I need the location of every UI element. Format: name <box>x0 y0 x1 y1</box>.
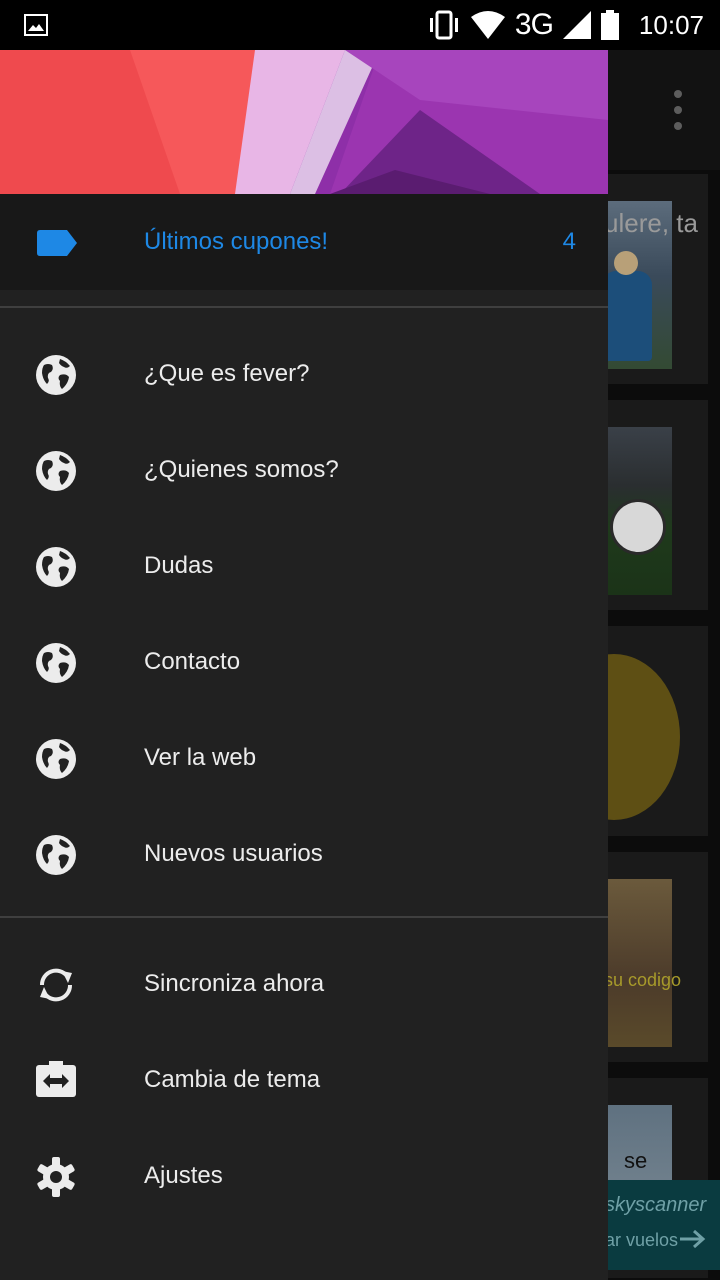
drawer-item-label: Últimos cupones! <box>144 228 329 255</box>
globe-icon <box>34 449 78 493</box>
drawer-item-label: Dudas <box>144 552 214 579</box>
drawer-item-label: Nuevos usuarios <box>144 840 323 867</box>
item-count-badge: 4 <box>562 228 576 255</box>
drawer-header-image <box>0 50 608 194</box>
image-notification-icon <box>24 14 48 36</box>
battery-icon <box>600 10 619 40</box>
drawer-item-quienes-somos[interactable]: ¿Quienes somos? <box>0 422 608 518</box>
drawer-divider <box>0 306 608 308</box>
drawer-item-label: Ver la web <box>144 744 257 771</box>
drawer-divider <box>0 916 608 918</box>
drawer-item-label: Sincroniza ahora <box>144 970 325 997</box>
globe-icon <box>34 353 78 397</box>
status-bar: 3G 10:07 <box>0 0 720 50</box>
globe-icon <box>34 737 78 781</box>
ad-brand: skyscanner <box>605 1194 707 1216</box>
clock: 10:07 <box>638 9 704 40</box>
network-type: 3G <box>514 8 554 41</box>
drawer-item-contacto[interactable]: Contacto <box>0 614 608 710</box>
card-caption: se <box>624 1148 648 1173</box>
globe-icon <box>34 833 78 877</box>
overflow-menu-icon[interactable] <box>674 90 684 130</box>
arrow-right-icon <box>680 1229 706 1249</box>
vibrate-icon <box>429 10 458 40</box>
drawer-item-sincroniza-ahora[interactable]: Sincroniza ahora <box>0 936 608 1032</box>
navigation-drawer: Últimos cupones! 4 ¿Que es fever? ¿Quiene… <box>0 50 608 1280</box>
ad-cta: ar vuelos <box>605 1230 679 1250</box>
drawer-item-label: Contacto <box>144 648 241 675</box>
swap-theme-icon <box>34 1059 78 1103</box>
ad-banner[interactable]: skyscanner ar vuelos <box>605 1180 720 1270</box>
card-caption: ulere, ta <box>604 208 698 238</box>
globe-icon <box>34 545 78 589</box>
drawer-item-ajustes[interactable]: Ajustes <box>0 1128 608 1224</box>
drawer-item-label: ¿Que es fever? <box>144 360 310 387</box>
drawer-item-dudas[interactable]: Dudas <box>0 518 608 614</box>
drawer-item-nuevos-usuarios[interactable]: Nuevos usuarios <box>0 806 608 902</box>
signal-icon <box>562 11 591 39</box>
card-caption: su codigo <box>604 970 682 990</box>
drawer-item-label: Ajustes <box>144 1162 223 1189</box>
drawer-item-ver-la-web[interactable]: Ver la web <box>0 710 608 806</box>
sync-icon <box>34 963 78 1007</box>
drawer-item-label: ¿Quienes somos? <box>144 456 339 483</box>
drawer-item-cambia-de-tema[interactable]: Cambia de tema <box>0 1032 608 1128</box>
label-tag-icon <box>37 230 77 256</box>
drawer-item-label: Cambia de tema <box>144 1066 321 1093</box>
settings-gear-icon <box>34 1155 78 1199</box>
drawer-item-que-es-fever[interactable]: ¿Que es fever? <box>0 326 608 422</box>
globe-icon <box>34 641 78 685</box>
wifi-icon <box>470 11 505 39</box>
drawer-item-ultimos-cupones[interactable]: Últimos cupones! 4 <box>0 194 608 290</box>
